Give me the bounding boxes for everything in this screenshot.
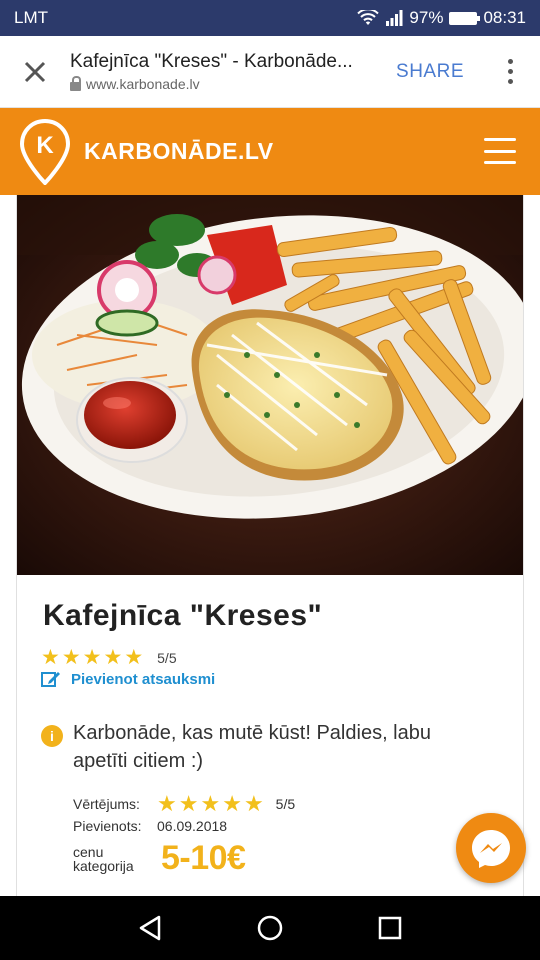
battery-icon xyxy=(449,11,481,25)
logo-pin-icon[interactable]: K xyxy=(20,118,70,185)
logo-letter: K xyxy=(36,132,54,159)
added-label: Pievienots: xyxy=(73,818,142,834)
close-icon[interactable] xyxy=(0,36,70,108)
star-icon: ★ xyxy=(200,791,221,816)
more-vert-icon[interactable] xyxy=(490,59,530,84)
recents-icon[interactable] xyxy=(377,915,403,941)
page-title: Kafejnīca "Kreses" - Karbonāde... xyxy=(70,51,353,72)
lock-icon xyxy=(70,75,81,91)
messenger-button[interactable] xyxy=(456,813,526,883)
add-review-label: Pievienot atsauksmi xyxy=(71,670,216,688)
signal-icon xyxy=(386,10,403,26)
browser-toolbar: Kafejnīca "Kreses" - Karbonāde... www.ka… xyxy=(0,36,540,108)
star-icon: ★ xyxy=(103,646,123,669)
share-button[interactable]: SHARE xyxy=(396,61,464,83)
star-icon: ★ xyxy=(157,791,177,816)
review-stars: ★ ★ ★ ★ ★ xyxy=(157,793,264,815)
added-date: 06.09.2018 xyxy=(157,818,228,834)
review-details: Vērtējums: ★ ★ ★ ★ ★ 5/5 Pievienots: 06.… xyxy=(73,793,295,878)
battery-fill xyxy=(451,13,475,23)
food-photo xyxy=(17,195,523,575)
site-name[interactable]: KARBONĀDE.LV xyxy=(84,138,274,165)
star-icon: ★ xyxy=(61,646,81,669)
star-icon: ★ xyxy=(178,791,199,816)
messenger-icon xyxy=(472,830,510,868)
battery-percent: 97% xyxy=(409,8,444,27)
star-icon: ★ xyxy=(124,646,144,669)
review-text: Karbonāde, kas mutē kūst! Paldies, labu … xyxy=(73,722,431,772)
edit-icon xyxy=(41,672,60,687)
hamburger-menu-icon[interactable] xyxy=(484,138,516,164)
back-icon[interactable] xyxy=(137,914,163,942)
status-icons: 97% 08:31 xyxy=(357,8,526,28)
star-icon: ★ xyxy=(243,791,264,816)
rating-label: Vērtējums: xyxy=(73,796,140,812)
info-icon: i xyxy=(41,725,63,747)
star-icon: ★ xyxy=(82,646,102,669)
system-nav-bar xyxy=(0,896,540,960)
url-text: www.karbonade.lv xyxy=(86,76,200,92)
price-label: cenu kategorija xyxy=(73,843,134,874)
home-icon[interactable] xyxy=(256,914,284,942)
review-rating-text: 5/5 xyxy=(275,796,296,812)
site-header: K KARBONĀDE.LV xyxy=(0,108,540,195)
clock: 08:31 xyxy=(483,8,526,27)
price-value: 5-10€ xyxy=(161,839,246,877)
review-comment: i Karbonāde, kas mutē kūst! Paldies, lab… xyxy=(41,719,473,775)
star-icon: ★ xyxy=(222,791,242,816)
price-row: cenu kategorija 5-10€ xyxy=(73,839,295,878)
url-line: www.karbonade.lv xyxy=(70,75,396,92)
wifi-icon xyxy=(357,10,380,25)
url-block[interactable]: Kafejnīca "Kreses" - Karbonāde... www.ka… xyxy=(70,51,396,92)
status-bar: LMT 97% 08:31 xyxy=(0,0,540,36)
review-date-row: Pievienots: 06.09.2018 xyxy=(73,815,295,837)
restaurant-card: Kafejnīca "Kreses" ★ ★ ★ ★ ★ 5/5 Pievien… xyxy=(16,195,524,896)
carrier-label: LMT xyxy=(14,8,48,27)
add-review-link[interactable]: Pievienot atsauksmi xyxy=(41,670,215,688)
star-icon: ★ xyxy=(41,646,60,669)
restaurant-name: Kafejnīca "Kreses" xyxy=(43,599,323,632)
rating-text: 5/5 xyxy=(157,649,177,666)
restaurant-rating: ★ ★ ★ ★ ★ 5/5 xyxy=(41,647,177,668)
review-rating-row: Vērtējums: ★ ★ ★ ★ ★ 5/5 xyxy=(73,793,295,815)
